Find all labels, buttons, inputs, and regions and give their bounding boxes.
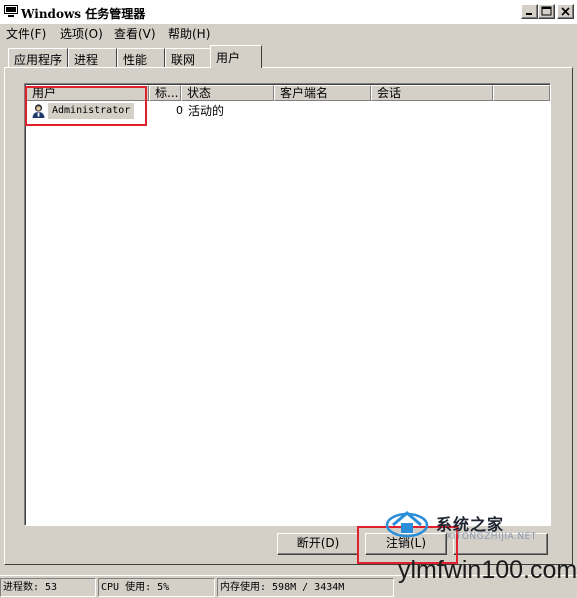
tab-users[interactable]: 用户 — [210, 45, 262, 68]
column-header-filler — [493, 85, 550, 101]
tab-processes[interactable]: 进程 — [68, 48, 117, 67]
menu-view[interactable]: 查看(V) — [114, 25, 156, 42]
menu-file[interactable]: 文件(F) — [6, 25, 46, 42]
maximize-icon — [541, 6, 552, 16]
close-button[interactable] — [557, 4, 574, 19]
column-header-id[interactable]: 标... — [149, 85, 181, 101]
menu-bar: 文件(F) 选项(O) 查看(V) 帮助(H) — [0, 24, 577, 42]
maximize-button[interactable] — [538, 4, 555, 19]
watermark-subtitle: XITONGZHIJIA.NET — [446, 532, 537, 542]
menu-help[interactable]: 帮助(H) — [168, 25, 210, 42]
minimize-button[interactable] — [521, 4, 538, 19]
users-list[interactable]: 用户 标... 状态 客户端名 会话 Administrator 0 活动的 — [24, 83, 551, 526]
watermark-site: ylmfwin100.com — [398, 556, 577, 584]
cpu-usage: CPU 使用: 5% — [98, 578, 215, 597]
highlight-administrator — [25, 86, 147, 126]
process-count: 进程数: 53 — [0, 578, 96, 597]
title-bar[interactable]: Windows 任务管理器 — [0, 0, 577, 24]
disconnect-button[interactable]: 断开(D) — [277, 533, 359, 555]
column-header-client-name[interactable]: 客户端名 — [274, 85, 371, 101]
task-manager-icon — [4, 5, 18, 17]
menu-options[interactable]: 选项(O) — [60, 25, 103, 42]
tab-applications[interactable]: 应用程序 — [8, 48, 68, 67]
status-cell: 活动的 — [188, 104, 225, 118]
window-title: Windows 任务管理器 — [21, 7, 146, 21]
memory-usage: 内存使用: 598M / 3434M — [217, 578, 394, 597]
minimize-icon — [526, 13, 532, 15]
column-header-session[interactable]: 会话 — [371, 85, 493, 101]
tab-networking[interactable]: 联网 — [165, 48, 211, 67]
column-header-status[interactable]: 状态 — [181, 85, 274, 101]
watermark-logo-icon — [385, 511, 429, 538]
session-id-cell: 0 — [176, 104, 183, 117]
tab-performance[interactable]: 性能 — [117, 48, 165, 67]
close-icon — [561, 7, 570, 16]
